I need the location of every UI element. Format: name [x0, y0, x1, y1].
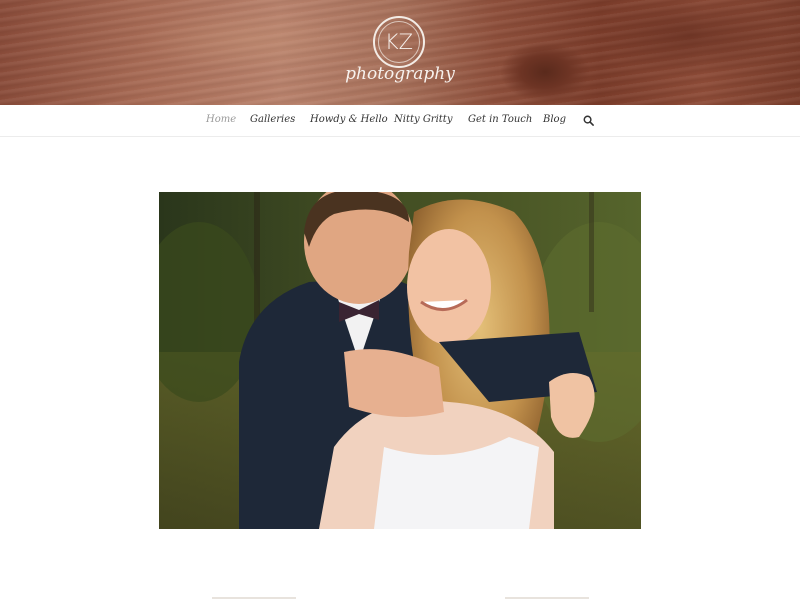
header-banner: KZ photography: [0, 0, 800, 105]
nav-item-home[interactable]: Home: [206, 114, 236, 125]
nav-item-galleries[interactable]: Galleries: [250, 114, 295, 125]
footer-divider-right: [505, 597, 589, 599]
hero-photo: [159, 192, 641, 529]
logo-tagline: photography: [345, 64, 455, 84]
nav-item-blog[interactable]: Blog: [543, 114, 566, 125]
main-navigation: Home Galleries Howdy & Hello Nitty Gritt…: [0, 105, 800, 137]
nav-item-nitty-gritty[interactable]: Nitty Gritty: [394, 114, 452, 125]
nav-item-get-in-touch[interactable]: Get in Touch: [468, 114, 532, 125]
logo-circle[interactable]: KZ: [373, 16, 425, 68]
footer-divider-left: [212, 597, 296, 599]
nav-item-howdy-hello[interactable]: Howdy & Hello: [310, 114, 388, 125]
search-icon[interactable]: [583, 115, 594, 126]
logo-monogram: KZ: [384, 30, 414, 54]
